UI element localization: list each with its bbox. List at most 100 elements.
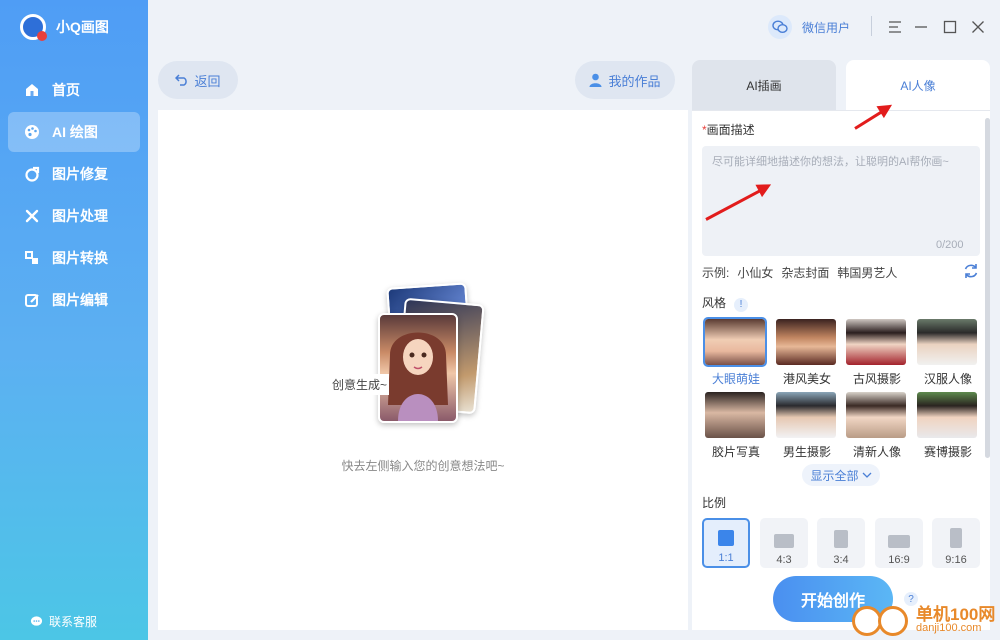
title-bar: 微信用户 (148, 0, 1000, 52)
empty-hint: 快去左侧输入您的创意想法吧~ (341, 459, 505, 473)
my-works-button[interactable]: 我的作品 (575, 61, 675, 99)
style-option[interactable]: 大眼萌娃 (703, 317, 767, 387)
style-thumbnail (705, 392, 765, 438)
style-option[interactable]: 赛博摄影 (917, 392, 979, 460)
close-icon (972, 21, 984, 33)
convert-icon (24, 250, 40, 266)
style-thumbnail (846, 319, 906, 365)
ratio-label-text: 1:1 (718, 552, 734, 564)
tools-icon (24, 208, 40, 224)
undo-arrow-icon (175, 74, 188, 86)
example-chip[interactable]: 韩国男艺人 (837, 264, 897, 281)
tab-ai-portrait[interactable]: AI人像 (846, 60, 990, 110)
ratio-shape (774, 534, 794, 548)
palette-icon (24, 124, 40, 140)
ratio-option-3-4[interactable]: 3:4 (817, 518, 865, 568)
style-option[interactable]: 汉服人像 (917, 319, 979, 387)
sidebar-item-home[interactable]: 首页 (8, 70, 140, 110)
ratio-shape (950, 528, 962, 548)
ratio-shape (718, 530, 734, 546)
maximize-button[interactable] (939, 16, 961, 38)
close-button[interactable] (967, 16, 989, 38)
image-stack-illustration (374, 282, 485, 425)
info-icon[interactable]: ! (734, 297, 749, 312)
style-thumbnail (917, 319, 977, 365)
portrait-illustration (388, 332, 448, 421)
style-option[interactable]: 男生摄影 (776, 392, 838, 460)
contact-service-label: 联系客服 (49, 615, 98, 629)
sidebar-item-edit[interactable]: 图片编辑 (8, 280, 140, 320)
example-chip[interactable]: 小仙女 (737, 264, 773, 281)
style-name: 赛博摄影 (923, 445, 972, 459)
style-option[interactable]: 古风摄影 (846, 319, 908, 387)
preview-canvas: 创意生成~ 快去左侧输入您的创意想法吧~ (158, 110, 688, 630)
style-name: 胶片写真 (711, 445, 760, 459)
wechat-avatar-icon (768, 15, 792, 39)
watermark-url: danji100.com (916, 622, 982, 634)
description-label: *画面描述 (702, 121, 755, 138)
ratio-option-16-9[interactable]: 16:9 (875, 518, 923, 568)
menu-button[interactable] (884, 16, 906, 38)
style-name: 清新人像 (852, 445, 901, 459)
style-label: 风格! (702, 294, 749, 312)
style-name: 大眼萌娃 (711, 372, 760, 386)
tab-label: AI人像 (900, 78, 936, 93)
refresh-examples-button[interactable] (962, 262, 980, 280)
ratio-option-1-1[interactable]: 1:1 (702, 518, 750, 568)
sidebar-item-process[interactable]: 图片处理 (8, 196, 140, 236)
ratio-option-4-3[interactable]: 4:3 (760, 518, 808, 568)
sidebar-item-repair[interactable]: 图片修复 (8, 154, 140, 194)
maximize-icon (943, 20, 957, 34)
style-option[interactable]: 清新人像 (846, 392, 908, 460)
sidebar-item-label: AI 绘图 (52, 124, 98, 140)
user-name: 微信用户 (802, 20, 851, 35)
examples-prefix: 示例: (702, 266, 730, 280)
ratio-label: 比例 (702, 496, 727, 510)
example-chip[interactable]: 杂志封面 (781, 264, 829, 281)
titlebar-divider (871, 16, 872, 36)
back-button-label: 返回 (194, 73, 221, 89)
user-account[interactable]: 微信用户 (768, 15, 850, 39)
edit-icon (24, 292, 40, 308)
style-thumbnail (776, 319, 836, 365)
style-name: 古风摄影 (852, 372, 901, 386)
ratio-shape (834, 530, 848, 548)
back-button[interactable]: 返回 (158, 61, 238, 99)
style-thumbnail (846, 392, 906, 438)
menu-icon (889, 21, 901, 33)
contact-service-link[interactable]: 联系客服 (30, 613, 97, 630)
ratio-label-text: 4:3 (776, 554, 792, 566)
sidebar-item-ai-draw[interactable]: AI 绘图 (8, 112, 140, 152)
tab-ai-illustration[interactable]: AI插画 (692, 60, 836, 110)
style-option[interactable]: 胶片写真 (705, 392, 767, 460)
refresh-icon (964, 264, 978, 278)
app-name: 小Q画图 (56, 19, 109, 35)
minimize-icon (915, 26, 927, 28)
ratio-label-text: 9:16 (945, 554, 967, 566)
show-all-button[interactable]: 显示全部 (802, 464, 880, 486)
style-thumbnail (917, 392, 977, 438)
description-label-text: 画面描述 (706, 123, 755, 137)
sidebar-item-label: 图片转换 (52, 250, 108, 266)
watermark-logo (878, 606, 908, 636)
sidebar-item-label: 首页 (52, 82, 80, 98)
brand: 小Q画图 (20, 14, 109, 41)
chevron-down-icon (862, 472, 871, 478)
sidebar-item-label: 图片修复 (52, 166, 108, 182)
repair-icon (24, 166, 40, 182)
ratio-shape (888, 535, 910, 548)
show-all-label: 显示全部 (810, 468, 859, 483)
home-icon (24, 82, 40, 98)
examples-row: 示例: 小仙女 杂志封面 韩国男艺人 (702, 264, 897, 281)
sidebar-nav: 首页 AI 绘图 图片修复 图片处理 图片转换 图片编辑 (8, 70, 140, 322)
minimize-button[interactable] (910, 16, 932, 38)
style-option[interactable]: 港风美女 (776, 319, 838, 387)
style-name: 男生摄影 (782, 445, 831, 459)
sidebar-item-convert[interactable]: 图片转换 (8, 238, 140, 278)
panel-scrollbar[interactable] (985, 118, 990, 458)
sidebar-item-label: 图片处理 (52, 208, 108, 224)
ratio-option-9-16[interactable]: 9:16 (932, 518, 980, 568)
watermark: 单机100网 danji100.com (850, 600, 1000, 640)
user-icon (589, 73, 602, 87)
tab-label: AI插画 (746, 78, 782, 93)
